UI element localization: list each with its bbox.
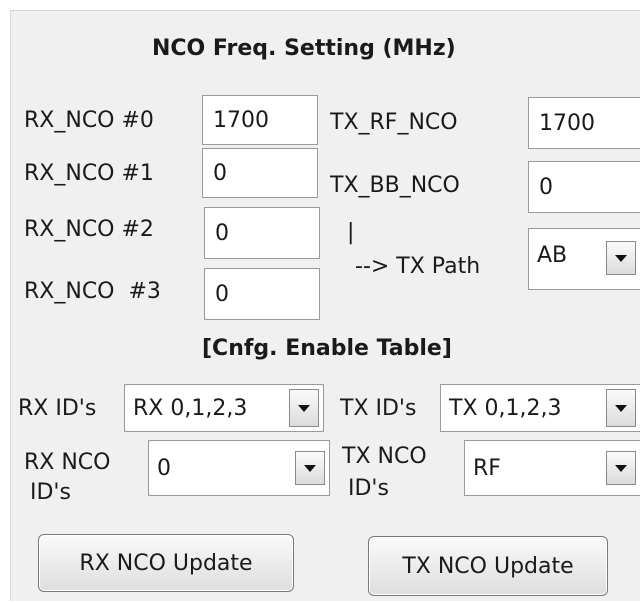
- tx-bb-nco-field[interactable]: 0: [528, 161, 640, 213]
- tx-nco-ids-dropdown-arrow-icon[interactable]: [606, 451, 636, 485]
- rx-nco-ids-value: 0: [157, 455, 171, 481]
- tx-nco-update-button[interactable]: TX NCO Update: [368, 536, 608, 596]
- rx-ids-dropdown-arrow-icon[interactable]: [289, 389, 319, 427]
- rx-nco-1-label: RX_NCO #1: [24, 161, 154, 186]
- tx-rf-nco-label: TX_RF_NCO: [330, 110, 458, 135]
- rx-nco-ids-select[interactable]: 0: [148, 440, 330, 496]
- rx-ids-label: RX ID's: [18, 396, 97, 421]
- rx-nco-0-label: RX_NCO #0: [24, 108, 154, 133]
- tx-path-pipe: |: [347, 220, 355, 245]
- tx-bb-nco-label: TX_BB_NCO: [330, 173, 460, 198]
- enable-table-title: [Cnfg. Enable Table]: [202, 336, 452, 361]
- tx-path-value: AB: [537, 243, 568, 268]
- rx-ids-value: RX 0,1,2,3: [133, 395, 248, 421]
- tx-path-select[interactable]: AB: [528, 228, 640, 290]
- tx-nco-ids-label-line2: ID's: [348, 476, 389, 501]
- rx-nco-3-label: RX_NCO #3: [24, 279, 161, 304]
- rx-nco-ids-label-line1: RX NCO: [24, 450, 111, 475]
- tx-nco-ids-value: RF: [473, 455, 501, 481]
- rx-nco-ids-label-line2: ID's: [30, 480, 71, 505]
- tx-path-dropdown-arrow-icon[interactable]: [606, 241, 636, 275]
- rx-nco-update-button[interactable]: RX NCO Update: [38, 534, 294, 592]
- tx-ids-label: TX ID's: [340, 396, 417, 421]
- tx-path-label: --> TX Path: [355, 254, 481, 279]
- rx-nco-2-label: RX_NCO #2: [24, 217, 154, 242]
- rx-nco-3-field[interactable]: 0: [204, 268, 320, 320]
- tx-nco-ids-label-line1: TX NCO: [342, 444, 427, 469]
- panel-title: NCO Freq. Setting (MHz): [152, 36, 456, 61]
- rx-nco-1-field[interactable]: 0: [202, 148, 318, 198]
- tx-rf-nco-field[interactable]: 1700: [528, 97, 640, 149]
- rx-nco-0-field[interactable]: 1700: [202, 95, 318, 145]
- tx-ids-select[interactable]: TX 0,1,2,3: [440, 384, 640, 432]
- rx-nco-2-field[interactable]: 0: [204, 207, 320, 259]
- tx-ids-dropdown-arrow-icon[interactable]: [606, 389, 636, 427]
- tx-nco-ids-select[interactable]: RF: [464, 440, 640, 496]
- rx-nco-ids-dropdown-arrow-icon[interactable]: [295, 451, 325, 485]
- tx-ids-value: TX 0,1,2,3: [449, 395, 562, 421]
- rx-ids-select[interactable]: RX 0,1,2,3: [124, 384, 324, 432]
